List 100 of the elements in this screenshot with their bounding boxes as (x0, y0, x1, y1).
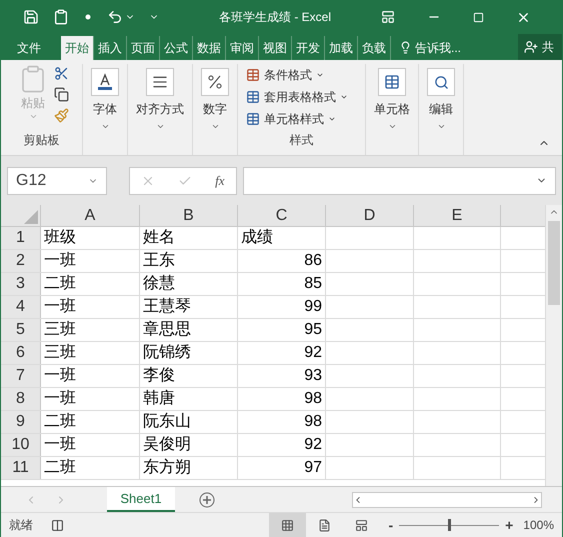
style-menu-button[interactable]: 条件格式 (246, 64, 357, 86)
zoom-out-button[interactable]: - (388, 514, 394, 536)
style-menu-button[interactable]: 套用表格格式 (246, 86, 357, 108)
column-header[interactable]: A (41, 205, 140, 226)
row-header[interactable]: 10 (1, 434, 41, 456)
style-menu-button[interactable]: 单元格样式 (246, 108, 357, 130)
table-cell: 班级 (44, 229, 76, 246)
row-header[interactable]: 5 (1, 319, 41, 341)
table-cell: 成绩 (241, 229, 273, 246)
copy-icon[interactable] (54, 87, 69, 102)
search-icon (427, 68, 455, 96)
dot-icon[interactable] (85, 14, 91, 20)
lightbulb-icon (399, 41, 412, 54)
name-box[interactable]: G12 (7, 166, 107, 194)
table-cell: 李俊 (143, 367, 175, 384)
table-cell: 一班 (44, 390, 76, 407)
caret-icon (100, 122, 110, 131)
row-header[interactable]: 2 (1, 250, 41, 272)
ribbon-group-button[interactable]: 单元格 (374, 64, 410, 155)
status-text: 就绪 (9, 517, 33, 534)
ribbon-group-button[interactable]: 对齐方式 (136, 64, 184, 155)
zoom-level[interactable]: 100% (523, 516, 554, 534)
caret-icon (340, 93, 348, 101)
caret-icon (328, 115, 336, 123)
zoom-in-button[interactable]: + (505, 514, 514, 536)
table-cell: 章思思 (143, 321, 191, 338)
font-color-icon (91, 68, 119, 96)
horizontal-scrollbar[interactable] (352, 492, 542, 508)
table-cell: 98 (304, 413, 322, 430)
person-plus-icon (524, 40, 538, 54)
table-cell: 95 (304, 321, 322, 338)
cells-icon (378, 68, 406, 96)
row-header[interactable]: 9 (1, 411, 41, 433)
table-cell: 三班 (44, 321, 76, 338)
view-button[interactable] (269, 513, 306, 537)
caret-icon (156, 122, 164, 131)
table-cell: 二班 (44, 459, 76, 476)
percent-icon (201, 68, 229, 96)
group-label: 剪贴板 (24, 132, 60, 149)
ribbon-group-button[interactable]: 编辑 (427, 64, 455, 155)
ribbon-group-button[interactable]: 数字 (201, 64, 229, 155)
table-icon (246, 112, 260, 126)
column-header[interactable]: C (238, 205, 326, 226)
caret-icon (210, 122, 220, 131)
row-header[interactable]: 6 (1, 342, 41, 364)
add-sheet-icon[interactable] (199, 492, 215, 508)
ribbon-tab[interactable]: 文件 (13, 36, 45, 60)
table-cell: 阮东山 (143, 413, 191, 430)
ribbon-display-icon[interactable] (381, 10, 396, 24)
scroll-thumb[interactable] (548, 221, 560, 305)
table-cell: 一班 (44, 367, 76, 384)
vertical-scrollbar[interactable] (545, 205, 562, 486)
zoom-thumb[interactable] (448, 519, 452, 531)
table-cell: 王东 (143, 252, 175, 269)
column-header[interactable]: B (140, 205, 238, 226)
row-header[interactable]: 4 (1, 296, 41, 318)
column-header[interactable]: E (414, 205, 501, 226)
caret-icon (436, 122, 446, 131)
zoom-slider[interactable] (399, 519, 500, 531)
view-icon (281, 518, 294, 532)
sheet-tab[interactable]: Sheet1 (107, 487, 175, 512)
table-cell: 韩唐 (143, 390, 175, 407)
formula-input[interactable] (243, 166, 556, 194)
caret-icon (28, 112, 38, 121)
share-button[interactable]: 共 (518, 34, 562, 60)
group-label: 样式 (290, 132, 314, 149)
table-cell: 王慧琴 (143, 298, 191, 315)
table-icon (246, 68, 260, 82)
table-cell: 97 (304, 459, 322, 476)
row-header[interactable]: 3 (1, 273, 41, 295)
table-cell: 徐慧 (143, 275, 175, 292)
row-header[interactable]: 8 (1, 388, 41, 410)
cut-icon[interactable] (54, 66, 69, 81)
table-cell: 三班 (44, 344, 76, 361)
insert-function-button[interactable]: fx (215, 170, 225, 190)
window-title: 各班学生成绩 - Excel (219, 9, 332, 26)
table-cell: 一班 (44, 436, 76, 453)
table-cell: 吴俊明 (143, 436, 191, 453)
ribbon-tab[interactable]: 开始 (61, 36, 94, 60)
view-icon (318, 518, 332, 532)
table-cell: 86 (304, 252, 322, 269)
table-cell: 一班 (44, 252, 76, 269)
save-icon[interactable] (23, 9, 39, 25)
table-cell: 85 (304, 275, 322, 292)
table-cell: 93 (304, 367, 322, 384)
column-header[interactable]: D (326, 205, 414, 226)
undo-icon[interactable] (107, 9, 123, 25)
row-header[interactable]: 7 (1, 365, 41, 387)
row-header[interactable]: 11 (1, 457, 41, 479)
table-cell: 92 (304, 344, 322, 361)
ribbon-group-button[interactable]: 字体 (91, 64, 119, 155)
table-cell: 东方朔 (143, 459, 191, 476)
caret-icon (388, 122, 396, 131)
maximize-icon[interactable] (473, 12, 484, 22)
row-header[interactable]: 1 (1, 227, 41, 249)
table-cell: 二班 (44, 275, 76, 292)
view-icon (355, 518, 368, 532)
tell-me-field[interactable]: 告诉我... (415, 36, 462, 60)
table-cell: 99 (304, 298, 322, 315)
table-cell: 阮锦绣 (143, 344, 191, 361)
